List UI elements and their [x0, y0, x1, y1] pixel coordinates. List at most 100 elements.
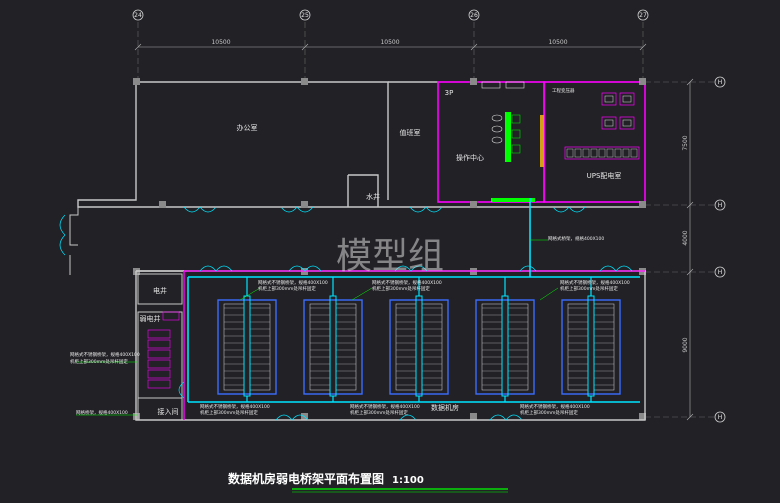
rack-column	[223, 303, 245, 391]
rack-group	[389, 277, 449, 402]
ups-cell	[614, 148, 622, 158]
ups-cell	[582, 148, 590, 158]
weak-well-rack	[147, 369, 171, 379]
console-unit	[511, 114, 521, 124]
rack-column	[309, 303, 331, 391]
room-label-access: 接入间	[158, 407, 179, 416]
column	[639, 201, 646, 208]
rack-column	[481, 303, 503, 391]
note-left-tray: 网格式不锈钢桥架，规格400X100	[70, 351, 140, 358]
room-label-office: 办公室	[237, 123, 258, 132]
note-rack-mount-2: 机柜上部300mm处吊杆固定	[372, 285, 430, 292]
rack-column	[395, 303, 417, 391]
note-rack-tray-3: 网格式不锈钢桥架，规格400X100	[560, 279, 630, 286]
note-rack-tray-4: 网格式不锈钢桥架，规格400X100	[200, 403, 270, 410]
ups-cell	[566, 148, 574, 158]
leader-line	[351, 287, 373, 301]
note-rack-mount-4: 机柜上部300mm处吊杆固定	[200, 409, 258, 416]
equipment-box	[505, 81, 525, 89]
chair-icon	[491, 114, 503, 122]
column	[470, 413, 477, 420]
door-swing	[59, 234, 66, 256]
room-label-control-center: 操作中心	[456, 153, 484, 162]
watermark: 模型组	[336, 236, 444, 277]
dim-top-2: 10500	[380, 39, 399, 46]
room-label-water-well: 水井	[366, 192, 380, 201]
note-rack-tray-2: 网格式不锈钢桥架，规格400X100	[372, 279, 442, 286]
operator-console	[505, 112, 511, 162]
door-swing	[599, 265, 617, 272]
weak-well-panel	[162, 311, 180, 321]
room-label-data-room: 数据机房	[431, 403, 459, 412]
dim-top-3: 10500	[548, 39, 567, 46]
wall-panel	[540, 115, 544, 167]
room-label-ups: UPS配电室	[587, 171, 622, 180]
weak-well-rack	[147, 329, 171, 339]
note-rack-tray-1: 网格式不锈钢桥架，规格400X100	[258, 279, 328, 286]
rack-group	[561, 277, 621, 402]
floor-plan: 24 25 26 27 H H H H 10500 10500 10500 75…	[59, 9, 726, 493]
phase-mark: 3P	[445, 89, 454, 97]
rack-row-frame	[303, 299, 363, 395]
row-label-4: H	[718, 414, 723, 421]
weak-well-rack	[147, 339, 171, 349]
note-tray-main: 网格式桥架，规格400X100	[548, 235, 604, 242]
room-label-duty: 值班室	[400, 128, 421, 137]
axis-label-24: 24	[134, 12, 142, 19]
console-unit	[511, 144, 521, 154]
axis-label-27: 27	[639, 12, 647, 19]
room-ups-wall	[543, 81, 646, 203]
door-swing	[199, 206, 217, 213]
leader-line	[539, 287, 559, 301]
door-swing	[552, 206, 570, 213]
rack-row-frame	[561, 299, 621, 395]
rack-tray	[329, 295, 337, 397]
drawing-canvas: 24 25 26 27 H H H H 10500 10500 10500 75…	[0, 0, 780, 503]
rack-column	[421, 303, 443, 391]
console-unit	[511, 129, 521, 139]
drawing-scale: 1:100	[392, 475, 424, 486]
ups-unit	[622, 95, 632, 103]
row-label-2: H	[718, 202, 723, 209]
rack-group	[475, 277, 535, 402]
ups-unit	[604, 95, 614, 103]
weak-well-rack	[147, 379, 171, 389]
dim-right-1: 7500	[682, 135, 689, 150]
ups-cell	[622, 148, 630, 158]
rack-row-frame	[475, 299, 535, 395]
wall-upper-top	[136, 81, 389, 200]
room-weak-well-wall	[137, 311, 183, 399]
rack-tray	[587, 295, 595, 397]
rack-tray	[415, 295, 423, 397]
note-rack-tray-6: 网格式不锈钢桥架，规格400X100	[520, 403, 590, 410]
rack-rows	[217, 277, 621, 402]
column	[159, 201, 166, 208]
note-rack-mount-3: 机柜上部300mm处吊杆固定	[560, 285, 618, 292]
ups-cell	[606, 148, 614, 158]
door-swing	[59, 214, 66, 236]
note-rack-mount-6: 机柜上部300mm处吊杆固定	[520, 409, 578, 416]
column	[470, 78, 477, 85]
note-bottom-left-tray: 网格桥架，规格400X100	[76, 409, 128, 416]
row-label-3: H	[718, 269, 723, 276]
column	[639, 78, 646, 85]
door-swing	[615, 265, 633, 272]
door-swing	[425, 206, 443, 213]
room-control-center-wall	[437, 81, 545, 203]
door-swing	[519, 265, 537, 272]
ups-cell	[598, 148, 606, 158]
chair-icon	[491, 136, 503, 144]
ups-unit	[622, 119, 632, 127]
door-swing	[199, 265, 217, 272]
ups-unit	[604, 119, 614, 127]
note-left-mount: 机柜上部300mm处吊杆固定	[70, 358, 128, 365]
weak-well-racks	[147, 329, 171, 389]
ups-cabinet	[619, 116, 635, 130]
rack-column	[249, 303, 271, 391]
room-label-weak-well: 弱电井	[140, 314, 161, 323]
ups-transformer-label: 工程变压器	[552, 87, 575, 94]
rack-column	[507, 303, 529, 391]
dim-right-2: 4000	[682, 230, 689, 245]
ups-cabinet	[601, 92, 617, 106]
door-swing	[280, 206, 298, 213]
